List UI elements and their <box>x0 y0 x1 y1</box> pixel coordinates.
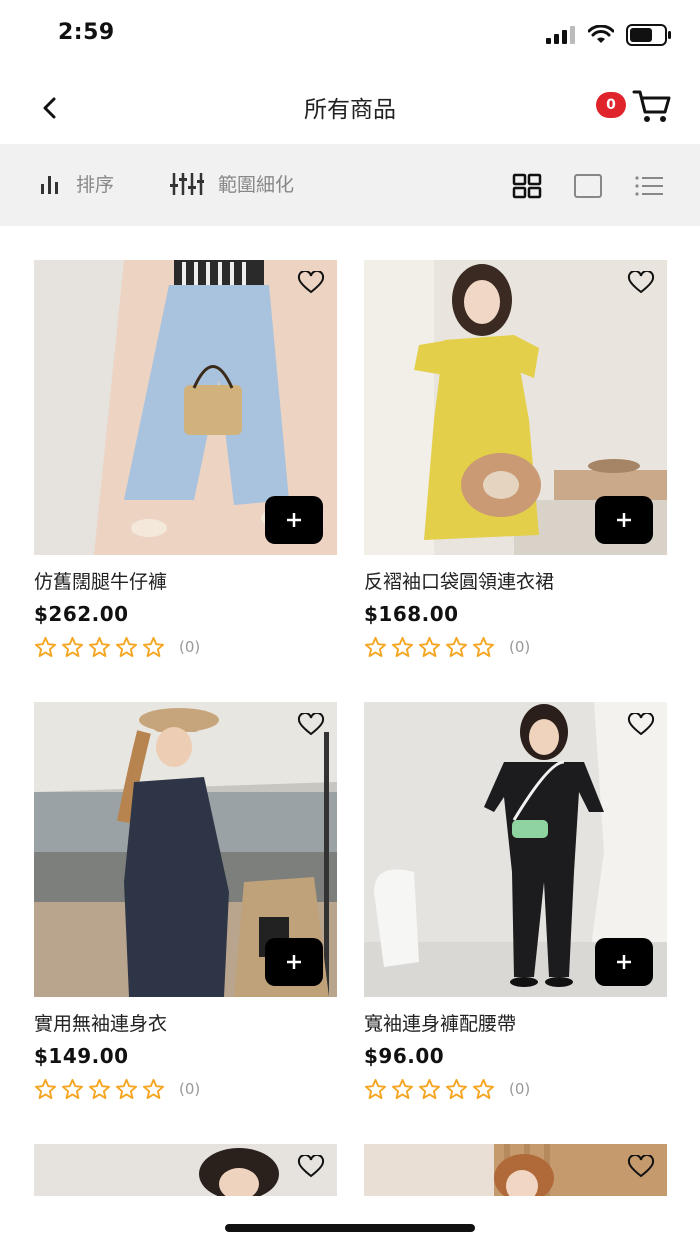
cart-count-badge: 0 <box>596 92 626 118</box>
single-view-button[interactable] <box>572 172 604 200</box>
star-icon <box>364 1078 387 1100</box>
product-image[interactable] <box>364 260 667 555</box>
sort-label: 排序 <box>76 174 115 196</box>
list-view-button[interactable] <box>633 172 665 200</box>
product-price: $168.00 <box>364 602 459 626</box>
product-price: $262.00 <box>34 602 129 626</box>
battery-icon <box>626 24 671 46</box>
product-rating: (0) <box>364 1078 667 1100</box>
add-to-cart-button[interactable] <box>265 496 323 544</box>
list-view-icon <box>635 176 663 196</box>
star-icon <box>115 1078 138 1100</box>
rating-count: (0) <box>509 1080 531 1098</box>
heart-icon <box>627 713 655 736</box>
star-icon <box>445 636 468 658</box>
product-card[interactable] <box>34 1144 337 1196</box>
star-icon <box>142 636 165 658</box>
favorite-button[interactable] <box>295 268 327 298</box>
product-rating: (0) <box>34 636 337 658</box>
star-icon <box>34 1078 57 1100</box>
plus-icon <box>287 955 301 969</box>
heart-icon <box>297 713 325 736</box>
product-photo-partial <box>34 1144 337 1196</box>
star-icon <box>418 636 441 658</box>
star-icon <box>88 636 111 658</box>
star-icon <box>88 1078 111 1100</box>
filter-label: 範圍細化 <box>218 174 295 196</box>
cart-icon <box>632 90 671 122</box>
heart-icon <box>627 1155 655 1178</box>
star-icon <box>391 1078 414 1100</box>
product-price: $96.00 <box>364 1044 445 1068</box>
product-image[interactable] <box>364 1144 667 1196</box>
favorite-button[interactable] <box>625 268 657 298</box>
product-card[interactable]: 反褶袖口袋圓領連衣裙 $168.00 (0) <box>364 260 667 658</box>
product-card[interactable]: 寬袖連身褲配腰帶 $96.00 (0) <box>364 702 667 1100</box>
heart-icon <box>627 271 655 294</box>
grid-view-button[interactable] <box>511 172 543 200</box>
product-image[interactable] <box>364 702 667 997</box>
product-image[interactable] <box>34 1144 337 1196</box>
page-title: 所有商品 <box>304 97 396 123</box>
favorite-button[interactable] <box>295 710 327 740</box>
favorite-button[interactable] <box>295 1152 327 1182</box>
star-icon <box>61 1078 84 1100</box>
plus-icon <box>617 955 631 969</box>
plus-icon <box>617 513 631 527</box>
wifi-icon <box>588 25 614 43</box>
home-indicator[interactable] <box>225 1224 475 1232</box>
star-icon <box>115 636 138 658</box>
filter-button[interactable]: 範圍細化 <box>170 170 294 197</box>
product-name[interactable]: 實用無袖連身衣 <box>34 1009 337 1036</box>
product-name[interactable]: 反褶袖口袋圓領連衣裙 <box>364 567 667 594</box>
filter-sliders-icon <box>170 172 204 195</box>
product-card[interactable] <box>364 1144 667 1196</box>
product-card[interactable]: 仿舊闊腿牛仔褲 $262.00 (0) <box>34 260 337 658</box>
signal-icon <box>546 26 575 44</box>
cart-button[interactable]: 0 <box>596 84 672 130</box>
status-bar: 2:59 <box>0 0 700 70</box>
add-to-cart-button[interactable] <box>595 496 653 544</box>
star-icon <box>472 636 495 658</box>
product-card[interactable]: 實用無袖連身衣 $149.00 (0) <box>34 702 337 1100</box>
heart-icon <box>297 271 325 294</box>
product-name[interactable]: 仿舊闊腿牛仔褲 <box>34 567 337 594</box>
star-icon <box>364 636 387 658</box>
sort-icon <box>41 175 58 194</box>
rating-count: (0) <box>179 1080 201 1098</box>
add-to-cart-button[interactable] <box>265 938 323 986</box>
star-icon <box>391 636 414 658</box>
favorite-button[interactable] <box>625 710 657 740</box>
heart-icon <box>297 1155 325 1178</box>
nav-bar: 所有商品 0 <box>0 70 700 144</box>
star-icon <box>418 1078 441 1100</box>
rating-count: (0) <box>179 638 201 656</box>
star-icon <box>142 1078 165 1100</box>
toolbar: 排序 範圍細化 <box>0 144 700 226</box>
status-icons <box>546 24 672 46</box>
product-rating: (0) <box>34 1078 337 1100</box>
star-icon <box>445 1078 468 1100</box>
favorite-button[interactable] <box>625 1152 657 1182</box>
rating-count: (0) <box>509 638 531 656</box>
status-time: 2:59 <box>58 20 115 45</box>
product-photo-partial <box>364 1144 667 1196</box>
product-rating: (0) <box>364 636 667 658</box>
plus-icon <box>287 513 301 527</box>
product-image[interactable] <box>34 260 337 555</box>
star-icon <box>472 1078 495 1100</box>
star-icon <box>34 636 57 658</box>
bottom-safe-area <box>0 1196 700 1244</box>
product-name[interactable]: 寬袖連身褲配腰帶 <box>364 1009 667 1036</box>
single-view-icon <box>574 174 602 198</box>
product-image[interactable] <box>34 702 337 997</box>
grid-view-icon <box>512 173 542 199</box>
star-icon <box>61 636 84 658</box>
add-to-cart-button[interactable] <box>595 938 653 986</box>
product-price: $149.00 <box>34 1044 129 1068</box>
sort-button[interactable]: 排序 <box>38 170 114 197</box>
